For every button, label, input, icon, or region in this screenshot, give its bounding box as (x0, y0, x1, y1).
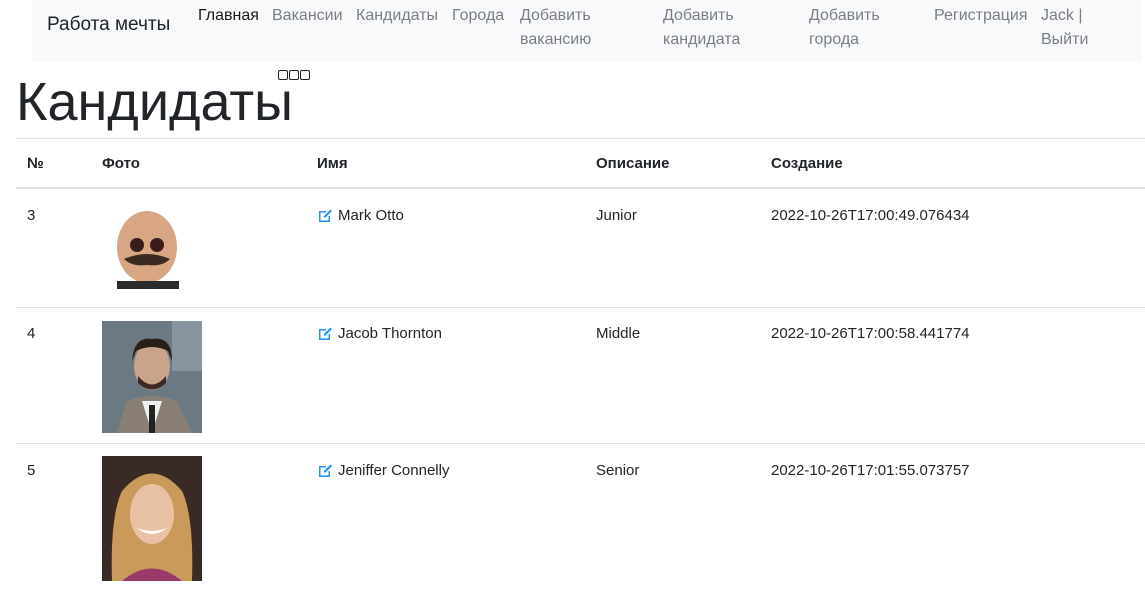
cell-photo (91, 188, 306, 308)
table-row: 5 Jeniffer Connelly Se (16, 444, 1145, 607)
candidates-table-wrap: № Фото Имя Описание Создание 3 (16, 138, 1145, 607)
nav-item-add-candidate[interactable]: Добавить кандидата (663, 4, 740, 52)
nav-item-cities[interactable]: Города (452, 4, 504, 28)
cell-id: 3 (16, 188, 91, 308)
table-row: 4 Jacob Tho (16, 308, 1145, 444)
brand-title[interactable]: Работа мечты (47, 14, 170, 36)
cell-description: Senior (585, 444, 760, 607)
cell-photo (91, 444, 306, 607)
candidate-name: Jacob Thornton (338, 325, 442, 342)
header-photo: Фото (91, 139, 306, 189)
candidate-photo (102, 456, 202, 581)
cell-created: 2022-10-26T17:00:49.076434 (760, 188, 1145, 308)
page-title: Кандидаты (16, 72, 293, 132)
cell-description: Junior (585, 188, 760, 308)
nav-item-add-city[interactable]: Добавить города (809, 4, 880, 52)
header-description: Описание (585, 139, 760, 189)
header-number: № (16, 139, 91, 189)
header-name: Имя (306, 139, 585, 189)
table-row: 3 Mark Otto (16, 188, 1145, 308)
cell-name: Mark Otto (306, 188, 585, 308)
candidates-table: № Фото Имя Описание Создание 3 (16, 138, 1145, 607)
nav-item-registration[interactable]: Регистрация (934, 4, 1028, 28)
cell-id: 5 (16, 444, 91, 607)
nav-item-vacancies[interactable]: Вакансии (272, 4, 343, 28)
candidate-name-link[interactable]: Mark Otto (317, 207, 404, 224)
missing-glyph-icon (300, 70, 310, 80)
cell-name: Jeniffer Connelly (306, 444, 585, 607)
edit-icon[interactable] (317, 208, 333, 224)
nav-item-home[interactable]: Главная (198, 4, 259, 28)
nav-item-user-logout[interactable]: Jack | Выйти (1041, 4, 1088, 52)
table-header-row: № Фото Имя Описание Создание (16, 139, 1145, 189)
navbar: Работа мечты Главная Вакансии Кандидаты … (32, 0, 1141, 62)
cell-photo (91, 308, 306, 444)
candidate-name: Mark Otto (338, 207, 404, 224)
edit-icon[interactable] (317, 326, 333, 342)
candidate-photo (102, 207, 202, 289)
nav-item-add-vacancy[interactable]: Добавить вакансию (520, 4, 591, 52)
cell-created: 2022-10-26T17:01:55.073757 (760, 444, 1145, 607)
missing-glyph-icon (278, 70, 288, 80)
cell-description: Middle (585, 308, 760, 444)
cell-name: Jacob Thornton (306, 308, 585, 444)
candidate-name-link[interactable]: Jacob Thornton (317, 325, 442, 342)
candidate-name-link[interactable]: Jeniffer Connelly (317, 462, 449, 479)
missing-glyph-icon (289, 70, 299, 80)
candidate-name: Jeniffer Connelly (338, 462, 449, 479)
edit-icon[interactable] (317, 463, 333, 479)
candidate-photo (102, 321, 202, 433)
nav-item-candidates[interactable]: Кандидаты (356, 4, 438, 28)
cell-id: 4 (16, 308, 91, 444)
header-created: Создание (760, 139, 1145, 189)
cell-created: 2022-10-26T17:00:58.441774 (760, 308, 1145, 444)
missing-glyph-boxes (278, 70, 311, 80)
